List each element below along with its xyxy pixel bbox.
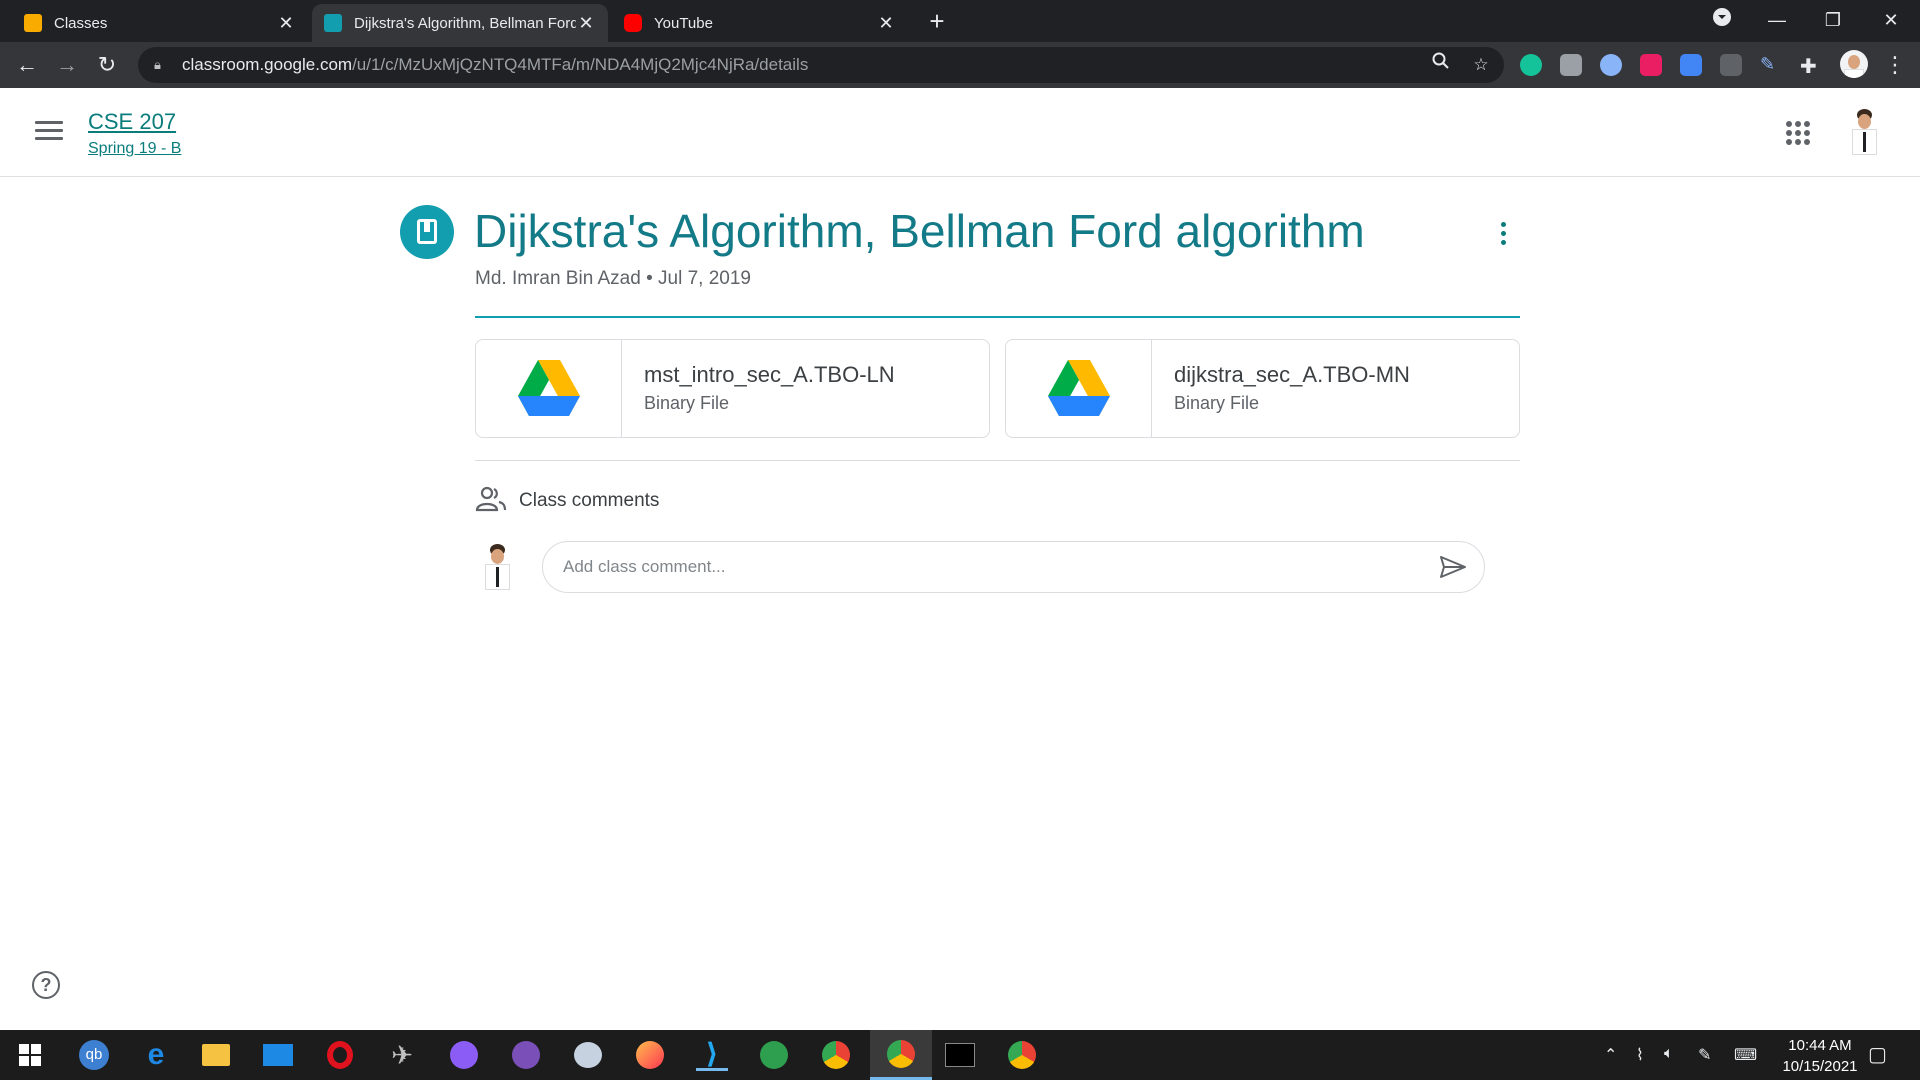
clock-time[interactable]: 10:44 AM: [1760, 1037, 1880, 1054]
attachment-card[interactable]: dijkstra_sec_A.TBO-MN Binary File: [1005, 339, 1520, 438]
globe-app-icon[interactable]: [758, 1039, 790, 1071]
chrome-icon[interactable]: [820, 1039, 852, 1071]
network-icon[interactable]: ⌇: [1636, 1045, 1644, 1065]
attachment-type: Binary File: [1174, 393, 1260, 413]
browser-menu-icon[interactable]: ⋮: [1880, 50, 1910, 80]
github-icon[interactable]: [510, 1039, 542, 1071]
mail-icon[interactable]: [262, 1039, 294, 1071]
title-divider: [475, 316, 1520, 318]
help-icon[interactable]: ?: [32, 971, 60, 999]
restore-button[interactable]: ❐: [1808, 0, 1858, 40]
camera-extension-icon[interactable]: [1560, 54, 1582, 76]
pen-icon[interactable]: ✎: [1698, 1045, 1711, 1065]
zoom-icon[interactable]: [1426, 47, 1456, 83]
class-section-link[interactable]: Spring 19 - B: [88, 140, 181, 158]
google-drive-icon: [1048, 360, 1110, 416]
google-drive-icon: [518, 360, 580, 416]
attachment-type: Binary File: [644, 393, 730, 413]
back-button[interactable]: ←: [12, 50, 42, 80]
attachment-name: dijkstra_sec_A.TBO-MN: [1174, 362, 1410, 387]
play-extension-icon[interactable]: [1640, 54, 1662, 76]
post-title: Dijkstra's Algorithm, Bellman Ford algor…: [474, 205, 1365, 257]
keyboard-icon[interactable]: ⌨︎: [1734, 1045, 1757, 1065]
minimize-button[interactable]: —: [1752, 0, 1802, 40]
attachment-thumbnail: [476, 340, 622, 437]
class-comments-label: Class comments: [519, 490, 660, 511]
address-bar[interactable]: 🔒︎ classroom.google.com/u/1/c/MzUxMjQzNT…: [138, 47, 1504, 83]
windows-taskbar: qb e ✈︎ ⟩ ⌃ ⌇ 🔈︎ ✎ ⌨︎ 10:44 AM 10/15/202…: [0, 1030, 1920, 1080]
opera-icon[interactable]: [324, 1039, 356, 1071]
more-options-icon[interactable]: [1496, 222, 1510, 248]
close-tab-icon[interactable]: ✕: [276, 13, 296, 34]
tab-classes[interactable]: Classes ✕: [12, 4, 308, 42]
url-text: classroom.google.com/u/1/c/MzUxMjQzNTQ4M…: [182, 55, 809, 74]
satellite-app-icon[interactable]: ✈︎: [386, 1039, 418, 1071]
chrome-active-icon[interactable]: [870, 1030, 932, 1080]
file-explorer-icon[interactable]: [200, 1039, 232, 1071]
reload-button[interactable]: ↻: [92, 50, 122, 80]
download-extension-icon[interactable]: [1680, 54, 1702, 76]
send-icon[interactable]: [1439, 555, 1467, 579]
close-tab-icon[interactable]: ✕: [576, 13, 596, 34]
bookmark-star-icon[interactable]: ☆: [1466, 47, 1496, 83]
tab-title: Dijkstra's Algorithm, Bellman Ford algor…: [354, 14, 576, 32]
tab-youtube[interactable]: YouTube ✕: [612, 4, 908, 42]
post-author-date: Md. Imran Bin Azad • Jul 7, 2019: [475, 268, 751, 289]
edge-icon[interactable]: e: [140, 1038, 172, 1071]
user-avatar[interactable]: [1843, 107, 1885, 155]
chevron-up-icon[interactable]: ⌃: [1604, 1045, 1617, 1065]
firefox-icon[interactable]: [634, 1039, 666, 1071]
tab-current-post[interactable]: Dijkstra's Algorithm, Bellman Ford algor…: [312, 4, 608, 42]
classroom-header: CSE 207 Spring 19 - B: [0, 88, 1920, 177]
tab-search-button[interactable]: [1697, 0, 1747, 40]
comments-divider: [475, 460, 1520, 461]
qbittorrent-icon[interactable]: qb: [78, 1039, 110, 1071]
browser-tab-strip: Classes ✕ Dijkstra's Algorithm, Bellman …: [0, 0, 1920, 42]
volume-icon[interactable]: 🔈︎: [1664, 1045, 1674, 1063]
notifications-icon[interactable]: ▢: [1868, 1042, 1887, 1067]
vscode-icon[interactable]: ⟩: [696, 1038, 728, 1071]
terminal-icon[interactable]: [944, 1039, 976, 1071]
class-name-link[interactable]: CSE 207: [88, 109, 176, 135]
extensions-icon[interactable]: ✚: [1800, 54, 1822, 78]
grammarly-extension-icon[interactable]: [1520, 54, 1542, 76]
classroom-favicon-icon: [324, 14, 342, 32]
messenger-icon[interactable]: [448, 1039, 480, 1071]
classroom-favicon-icon: [24, 14, 42, 32]
people-icon: [475, 486, 507, 512]
comment-box: [542, 541, 1485, 593]
extension-icon[interactable]: [1600, 54, 1622, 76]
new-tab-button[interactable]: +: [922, 6, 952, 36]
close-tab-icon[interactable]: ✕: [876, 13, 896, 34]
extension-icon[interactable]: [1720, 54, 1742, 76]
windows-start-icon[interactable]: [14, 1039, 46, 1071]
attachment-name: mst_intro_sec_A.TBO-LN: [644, 362, 895, 387]
material-icon: [400, 205, 454, 259]
chrome-profile-icon[interactable]: [1006, 1039, 1038, 1071]
clock-date[interactable]: 10/15/2021: [1760, 1058, 1880, 1075]
chevron-down-icon: [1713, 8, 1731, 26]
tab-title: Classes: [54, 14, 108, 32]
commenter-avatar: [476, 542, 518, 590]
apps-grid-icon[interactable]: [1786, 121, 1810, 145]
youtube-favicon-icon: [624, 14, 642, 32]
attachment-card[interactable]: mst_intro_sec_A.TBO-LN Binary File: [475, 339, 990, 438]
attachment-thumbnail: [1006, 340, 1152, 437]
close-window-button[interactable]: ✕: [1866, 0, 1916, 40]
hamburger-menu-icon[interactable]: [35, 121, 63, 143]
forward-button[interactable]: →: [52, 50, 82, 80]
profile-avatar[interactable]: [1840, 50, 1868, 78]
lock-icon: 🔒︎: [154, 57, 161, 72]
browser-toolbar: ← → ↻ 🔒︎ classroom.google.com/u/1/c/MzUx…: [0, 42, 1920, 88]
paint-app-icon[interactable]: [572, 1039, 604, 1071]
class-comment-input[interactable]: [563, 542, 1403, 592]
pen-extension-icon[interactable]: ✎: [1760, 54, 1782, 76]
tab-title: YouTube: [654, 14, 713, 32]
